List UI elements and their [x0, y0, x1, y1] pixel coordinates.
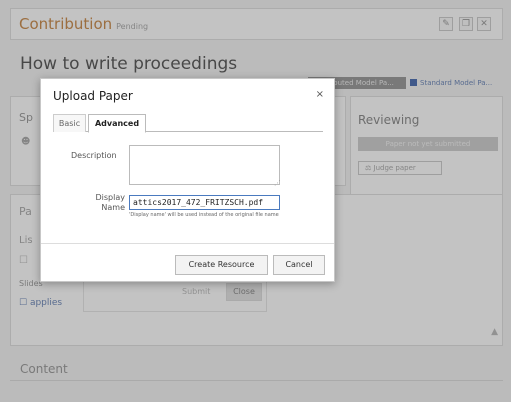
dialog-title: Upload Paper — [53, 89, 133, 103]
description-field[interactable] — [129, 145, 280, 185]
display-name-label: Display Name — [95, 193, 126, 212]
create-resource-button[interactable]: Create Resource — [175, 255, 268, 275]
upload-paper-dialog: Upload Paper × Basic Advanced Descriptio… — [40, 78, 335, 282]
cancel-button[interactable]: Cancel — [273, 255, 325, 275]
tab-basic[interactable]: Basic — [53, 114, 86, 132]
display-name-hint: 'Display name' will be used instead of t… — [129, 212, 279, 218]
close-icon[interactable]: × — [316, 89, 324, 100]
description-label: Description — [71, 151, 117, 160]
tab-advanced[interactable]: Advanced — [88, 114, 146, 133]
divider — [41, 243, 334, 244]
display-name-field[interactable] — [129, 195, 280, 210]
resize-grip-icon[interactable]: ⋰ — [274, 179, 281, 187]
dialog-tabs: Basic Advanced — [53, 114, 323, 133]
